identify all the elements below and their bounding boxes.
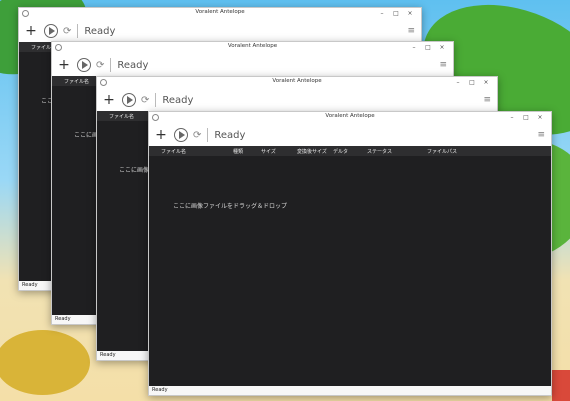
maximize-button[interactable]: □ (389, 8, 403, 20)
refresh-icon[interactable]: ⟳ (63, 26, 71, 37)
close-button[interactable]: × (533, 112, 547, 124)
refresh-icon[interactable]: ⟳ (96, 60, 104, 71)
maximize-button[interactable]: □ (465, 77, 479, 89)
window-title: Voralent Antelope (325, 113, 375, 119)
column-header-status[interactable]: ステータス (367, 148, 392, 155)
toolbar-divider (155, 93, 157, 107)
close-button[interactable]: × (403, 8, 417, 20)
plus-icon[interactable]: + (24, 24, 38, 38)
maximize-button[interactable]: □ (421, 42, 435, 54)
column-header-type[interactable]: 種類 (233, 148, 243, 155)
toolbar-divider (110, 58, 112, 72)
minimize-button[interactable]: – (407, 42, 421, 54)
file-list[interactable]: ファイル名 種類 サイズ 変換後サイズ デルタ ステータス ファイルパス ここに… (149, 146, 551, 386)
window-title: Voralent Antelope (195, 9, 245, 15)
toolbar-status: Ready (84, 25, 116, 37)
column-header-filename[interactable]: ファイル名 (64, 78, 89, 85)
window-title: Voralent Antelope (227, 43, 278, 49)
toolbar: + ⟳ Ready ≡ (97, 89, 497, 111)
column-header-filename[interactable]: ファイル名 (161, 148, 186, 155)
minimize-button[interactable]: – (375, 8, 389, 20)
play-icon[interactable] (44, 24, 58, 38)
column-header-filename[interactable]: ファイル名 (109, 113, 134, 120)
play-icon[interactable] (77, 58, 91, 72)
drop-hint: ここに画像ファイルをドラッグ＆ドロップ (173, 203, 288, 210)
toolbar-divider (207, 128, 209, 142)
titlebar[interactable]: Voralent Antelope – □ × (52, 42, 453, 54)
background-coconut (0, 330, 90, 395)
refresh-icon[interactable]: ⟳ (193, 130, 201, 141)
toolbar: + ⟳ Ready ≡ (52, 54, 453, 76)
plus-icon[interactable]: + (154, 128, 168, 142)
drop-hint: ここに画像 (119, 167, 150, 174)
column-header-converted-size[interactable]: 変換後サイズ (297, 148, 327, 155)
column-header-delta[interactable]: デルタ (333, 148, 348, 155)
hamburger-menu-icon[interactable]: ≡ (439, 60, 447, 70)
app-window-front[interactable]: Voralent Antelope – □ × + ⟳ Ready ≡ ファイル… (148, 111, 552, 396)
refresh-icon[interactable]: ⟳ (141, 95, 149, 106)
titlebar[interactable]: Voralent Antelope – □ × (149, 112, 551, 124)
minimize-button[interactable]: – (451, 77, 465, 89)
play-icon[interactable] (122, 93, 136, 107)
toolbar-status: Ready (117, 59, 149, 71)
toolbar: + ⟳ Ready ≡ (19, 20, 421, 42)
close-button[interactable]: × (479, 77, 493, 89)
background-decoration (552, 370, 570, 401)
hamburger-menu-icon[interactable]: ≡ (537, 130, 545, 140)
plus-icon[interactable]: + (102, 93, 116, 107)
toolbar-status: Ready (214, 129, 246, 141)
column-header-size[interactable]: サイズ (261, 148, 276, 155)
titlebar[interactable]: Voralent Antelope – □ × (19, 8, 421, 20)
toolbar: + ⟳ Ready ≡ (149, 124, 551, 146)
toolbar-status: Ready (162, 94, 194, 106)
close-button[interactable]: × (435, 42, 449, 54)
maximize-button[interactable]: □ (519, 112, 533, 124)
hamburger-menu-icon[interactable]: ≡ (483, 95, 491, 105)
status-bar: Ready (149, 386, 551, 395)
column-header-filepath[interactable]: ファイルパス (427, 148, 457, 155)
play-icon[interactable] (174, 128, 188, 142)
toolbar-divider (77, 24, 79, 38)
titlebar[interactable]: Voralent Antelope – □ × (97, 77, 497, 89)
minimize-button[interactable]: – (505, 112, 519, 124)
plus-icon[interactable]: + (57, 58, 71, 72)
table-header: ファイル名 種類 サイズ 変換後サイズ デルタ ステータス ファイルパス (149, 146, 551, 156)
window-title: Voralent Antelope (272, 78, 322, 84)
hamburger-menu-icon[interactable]: ≡ (407, 26, 415, 36)
